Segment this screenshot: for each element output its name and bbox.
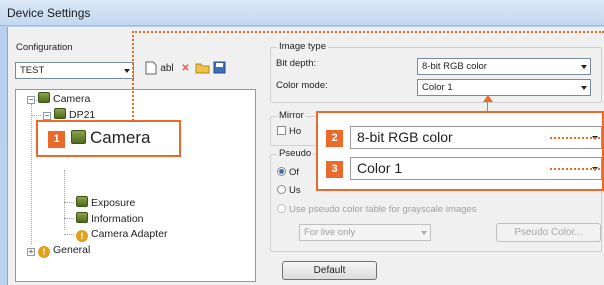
mirror-horizontal-checkbox[interactable]: Ho <box>277 126 301 137</box>
tree-item-camera-adapter[interactable]: ! Camera Adapter <box>76 228 167 242</box>
warning-icon: ! <box>76 230 88 242</box>
callout-connector <box>132 31 134 121</box>
pseudo-use-radio[interactable]: Us <box>277 185 301 196</box>
callout-pointer-arrow <box>483 95 493 102</box>
radio-icon[interactable] <box>277 204 286 213</box>
configuration-tree: − Camera − DP21 Exposure Information ! Ca… <box>15 89 256 282</box>
callout-3-number: 3 <box>326 161 343 178</box>
delete-icon[interactable]: ✕ <box>178 61 193 76</box>
camera-icon <box>54 108 66 119</box>
callout-connector <box>132 31 604 33</box>
bit-depth-label: Bit depth: <box>276 58 317 69</box>
expand-camera-toggle[interactable]: − <box>27 96 35 104</box>
chevron-down-icon[interactable] <box>421 231 427 235</box>
configuration-label: Configuration <box>16 42 73 53</box>
mirror-horizontal-label: Ho <box>289 126 302 137</box>
tree-item-exposure-label: Exposure <box>91 197 136 209</box>
color-mode-label: Color mode: <box>276 80 328 91</box>
radio-icon[interactable] <box>277 185 286 194</box>
bit-depth-value: 8-bit RGB color <box>422 61 487 72</box>
configuration-select[interactable]: TEST <box>15 62 134 79</box>
bit-depth-select[interactable]: 8-bit RGB color <box>417 58 591 75</box>
pseudo-group-title: Pseudo <box>277 148 314 159</box>
callouts-2-3-box: 2 8-bit RGB color 3 Color 1 <box>316 111 604 191</box>
pseudo-live-only-select[interactable]: For live only <box>299 224 431 241</box>
color-mode-value: Color 1 <box>422 82 453 93</box>
tree-item-camera-label: Camera <box>53 93 91 105</box>
rename-button[interactable]: abl <box>158 61 176 76</box>
pseudo-grayscale-label: Use pseudo color table for grayscale ima… <box>289 204 477 215</box>
callout-2-connector <box>550 137 600 139</box>
tree-item-general-label: General <box>53 244 91 256</box>
callout-2-number: 2 <box>326 130 343 147</box>
tree-item-general[interactable]: ! General <box>38 244 90 258</box>
window-title: Device Settings <box>7 6 91 20</box>
warning-icon: ! <box>38 246 50 258</box>
pseudo-grayscale-radio[interactable]: Use pseudo color table for grayscale ima… <box>277 204 476 215</box>
expand-dp21-toggle[interactable]: − <box>43 112 51 120</box>
pseudo-off-label: Of <box>289 167 300 178</box>
left-pane: Configuration TEST abl ✕ − Camera − DP21… <box>15 34 258 282</box>
open-folder-icon[interactable] <box>195 61 210 76</box>
tree-item-camera-adapter-label: Camera Adapter <box>91 228 168 240</box>
camera-icon <box>76 212 88 223</box>
callout-2-label: 8-bit RGB color <box>357 129 453 145</box>
tree-item-information[interactable]: Information <box>76 212 144 225</box>
new-icon[interactable] <box>143 61 158 76</box>
configuration-select-value: TEST <box>20 65 45 76</box>
title-bar: Device Settings <box>0 0 604 26</box>
color-mode-select[interactable]: Color 1 <box>417 79 591 96</box>
checkbox-icon[interactable] <box>277 126 286 135</box>
tree-item-information-label: Information <box>91 213 144 225</box>
camera-icon <box>76 196 88 207</box>
pseudo-color-button[interactable]: Pseudo Color... <box>496 223 601 242</box>
mirror-group-title: Mirror <box>277 110 306 121</box>
callout-3-connector <box>550 168 600 170</box>
pseudo-live-only-value: For live only <box>304 227 356 238</box>
chevron-down-icon[interactable] <box>581 86 587 90</box>
image-type-group-title: Image type <box>277 41 328 52</box>
save-icon[interactable] <box>212 61 227 76</box>
expand-general-toggle[interactable]: + <box>27 248 35 256</box>
tree-item-camera[interactable]: Camera <box>38 92 90 105</box>
camera-icon <box>38 92 50 103</box>
callout-3-label: Color 1 <box>357 160 403 176</box>
tree-item-exposure[interactable]: Exposure <box>76 196 135 209</box>
camera-icon <box>71 130 86 144</box>
callout-1-number: 1 <box>48 131 65 148</box>
callout-1-text: Camera <box>71 128 150 148</box>
callout-1-label: Camera <box>90 128 151 147</box>
callout-1-box: 1 Camera <box>36 120 181 157</box>
chevron-down-icon[interactable] <box>581 65 587 69</box>
pseudo-off-radio[interactable]: Of <box>277 167 299 178</box>
chevron-down-icon[interactable] <box>124 69 130 73</box>
radio-selected-icon[interactable] <box>277 167 286 176</box>
pseudo-use-label: Us <box>289 185 301 196</box>
default-button[interactable]: Default <box>282 261 377 280</box>
